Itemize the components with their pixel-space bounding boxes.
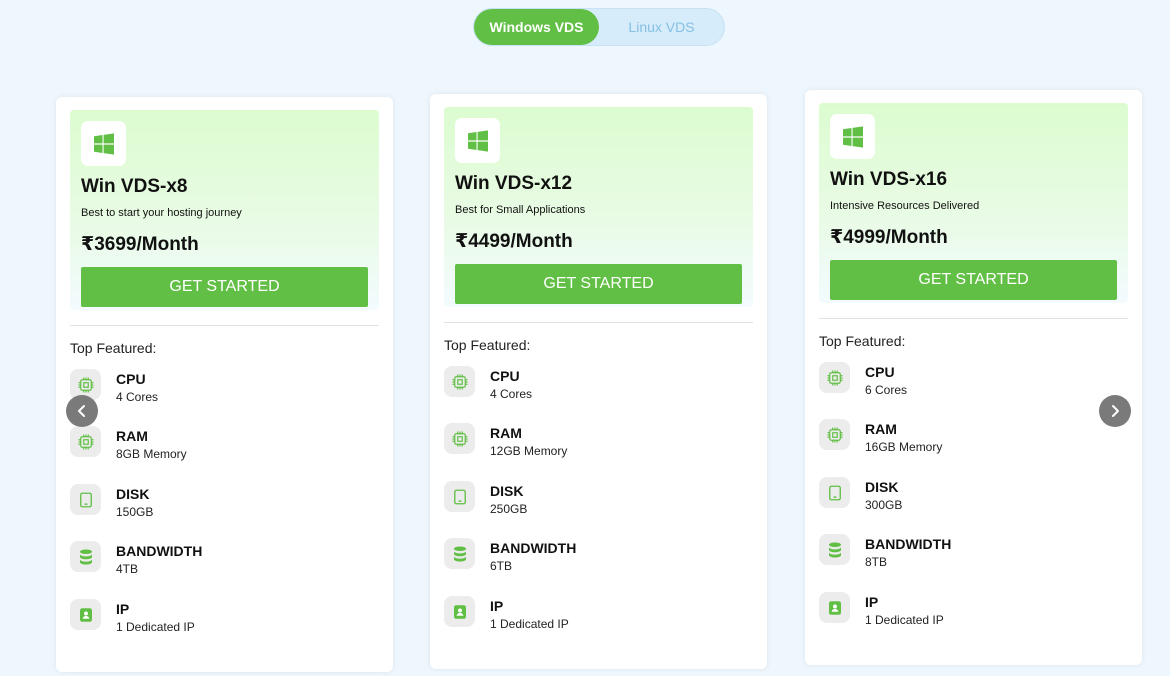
plan-header: Win VDS-x12 Best for Small Applications …: [444, 107, 753, 307]
feature-bandwidth: BANDWIDTH 4TB: [70, 541, 370, 581]
feature-name: BANDWIDTH: [865, 536, 952, 552]
feature-value: 4 Cores: [490, 387, 533, 401]
plan-title: Win VDS-x8: [81, 176, 188, 197]
feature-ip: IP 1 Dedicated IP: [70, 599, 370, 639]
feature-name: DISK: [116, 486, 150, 502]
feature-bandwidth: BANDWIDTH 6TB: [444, 538, 744, 578]
plan-card-x16: Win VDS-x16 Intensive Resources Delivere…: [805, 90, 1142, 665]
feature-name: RAM: [865, 421, 897, 437]
feature-cpu: CPU 4 Cores: [444, 366, 744, 406]
feature-name: IP: [490, 598, 504, 614]
feature-cpu: CPU 4 Cores: [70, 369, 370, 409]
cpu-icon: [70, 426, 101, 457]
database-icon: [444, 538, 475, 569]
get-started-button[interactable]: GET STARTED: [455, 264, 742, 304]
plan-price: ₹3699/Month: [81, 234, 199, 255]
feature-cpu: CPU 6 Cores: [819, 362, 1119, 402]
chevron-left-icon: [78, 405, 85, 417]
tablet-icon: [819, 477, 850, 508]
feature-name: DISK: [865, 479, 899, 495]
features-title: Top Featured:: [70, 340, 157, 356]
cpu-icon: [819, 362, 850, 393]
feature-value: 1 Dedicated IP: [116, 620, 195, 634]
feature-value: 8GB Memory: [116, 447, 187, 461]
tablet-icon: [444, 481, 475, 512]
plan-header: Win VDS-x16 Intensive Resources Delivere…: [819, 103, 1128, 303]
tablet-icon: [70, 484, 101, 515]
toggle-windows-vds[interactable]: Windows VDS: [474, 9, 599, 45]
feature-disk: DISK 150GB: [70, 484, 370, 524]
plan-subtitle: Best for Small Applications: [455, 204, 586, 216]
carousel-next-button[interactable]: [1099, 395, 1131, 427]
feature-value: 6TB: [490, 559, 513, 573]
feature-bandwidth: BANDWIDTH 8TB: [819, 534, 1119, 574]
plan-subtitle: Best to start your hosting journey: [81, 207, 242, 219]
database-icon: [70, 541, 101, 572]
feature-name: CPU: [865, 364, 895, 380]
windows-logo-icon: [81, 121, 126, 166]
feature-value: 150GB: [116, 505, 154, 519]
cpu-icon: [444, 366, 475, 397]
plan-title: Win VDS-x12: [455, 173, 573, 194]
feature-name: IP: [116, 601, 130, 617]
id-badge-icon: [70, 599, 101, 630]
feature-disk: DISK 250GB: [444, 481, 744, 521]
feature-name: BANDWIDTH: [490, 540, 577, 556]
feature-name: CPU: [116, 371, 146, 387]
divider: [819, 318, 1128, 319]
feature-name: RAM: [116, 428, 148, 444]
feature-value: 16GB Memory: [865, 440, 943, 454]
feature-name: BANDWIDTH: [116, 543, 203, 559]
os-toggle: Windows VDS Linux VDS: [473, 8, 725, 46]
feature-disk: DISK 300GB: [819, 477, 1119, 517]
cpu-icon: [444, 423, 475, 454]
features-title: Top Featured:: [819, 333, 906, 349]
divider: [444, 322, 753, 323]
id-badge-icon: [819, 592, 850, 623]
plan-title: Win VDS-x16: [830, 169, 948, 190]
feature-value: 1 Dedicated IP: [865, 613, 944, 627]
feature-value: 8TB: [865, 555, 888, 569]
feature-value: 300GB: [865, 498, 903, 512]
feature-ram: RAM 16GB Memory: [819, 419, 1119, 459]
feature-name: CPU: [490, 368, 520, 384]
plan-header: Win VDS-x8 Best to start your hosting jo…: [70, 110, 379, 310]
windows-logo-icon: [455, 118, 500, 163]
plan-card-x8: Win VDS-x8 Best to start your hosting jo…: [56, 97, 393, 672]
windows-logo-icon: [830, 114, 875, 159]
feature-ram: RAM 8GB Memory: [70, 426, 370, 466]
carousel-prev-button[interactable]: [66, 395, 98, 427]
get-started-button[interactable]: GET STARTED: [830, 260, 1117, 300]
features-title: Top Featured:: [444, 337, 531, 353]
feature-ram: RAM 12GB Memory: [444, 423, 744, 463]
feature-value: 6 Cores: [865, 383, 908, 397]
feature-value: 12GB Memory: [490, 444, 568, 458]
feature-name: IP: [865, 594, 879, 610]
feature-value: 1 Dedicated IP: [490, 617, 569, 631]
feature-ip: IP 1 Dedicated IP: [444, 596, 744, 636]
feature-ip: IP 1 Dedicated IP: [819, 592, 1119, 632]
get-started-button[interactable]: GET STARTED: [81, 267, 368, 307]
cpu-icon: [819, 419, 850, 450]
plan-price: ₹4999/Month: [830, 227, 948, 248]
feature-name: DISK: [490, 483, 524, 499]
id-badge-icon: [444, 596, 475, 627]
chevron-right-icon: [1112, 405, 1119, 417]
divider: [70, 325, 379, 326]
feature-value: 4TB: [116, 562, 139, 576]
feature-value: 4 Cores: [116, 390, 159, 404]
database-icon: [819, 534, 850, 565]
feature-value: 250GB: [490, 502, 528, 516]
feature-name: RAM: [490, 425, 522, 441]
plan-card-x12: Win VDS-x12 Best for Small Applications …: [430, 94, 767, 669]
plan-subtitle: Intensive Resources Delivered: [830, 200, 980, 212]
plan-price: ₹4499/Month: [455, 231, 573, 252]
toggle-linux-vds[interactable]: Linux VDS: [599, 9, 724, 45]
